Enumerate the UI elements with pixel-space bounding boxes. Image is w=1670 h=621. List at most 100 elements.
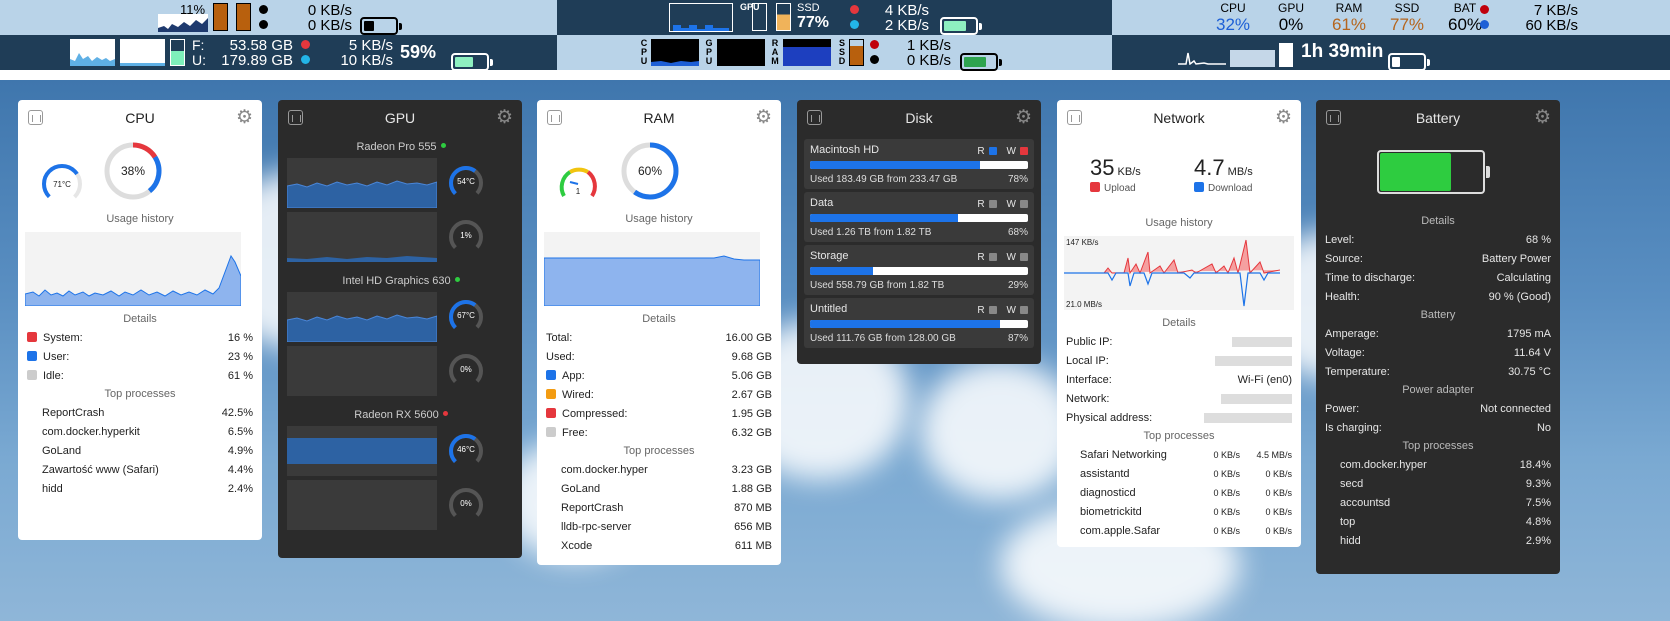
status-dot [440,143,446,148]
stats-group[interactable]: CPU 32% GPU 0% RAM 61% SSD 77% BAT 60% [1212,1,1486,35]
chart-icon[interactable] [1326,110,1341,125]
gear-icon[interactable]: ⚙ [1275,108,1292,127]
disk-percent: 87% [1007,333,1028,344]
ssd-bar[interactable] [849,39,864,66]
chart-icon[interactable] [1067,110,1082,125]
process-name: com.apple.Safar [1080,524,1161,537]
details-label: Details [123,313,157,325]
gpu-mini-chart[interactable] [717,39,765,66]
stat-ssd[interactable]: SSD 77% [1386,1,1428,35]
legend-swatch [27,331,37,342]
gpu-vlabel: GPU [705,38,713,66]
network-mini-chart[interactable] [1178,43,1226,65]
temperature-chart [287,426,437,476]
stat-bat[interactable]: BAT 60% [1444,1,1486,35]
disk-item[interactable]: Macintosh HD R W Used 183.49 GB from 233.47… [804,139,1034,189]
disk-bar[interactable] [170,39,185,66]
row-label-wrap: Local IP: [1066,355,1109,367]
cpu-mini-chart[interactable] [70,39,115,66]
history-label: Usage history [1145,217,1213,229]
chart-icon[interactable] [28,110,43,125]
down-dot [301,55,310,64]
gpu-temp: 54°C [457,177,475,186]
cpu-mini-chart[interactable] [158,14,208,32]
row-label-wrap: System: [27,331,83,344]
detail-row: Level: 68 % [1316,230,1560,249]
disk-item[interactable]: Data R W Used 1.26 TB from 1.82 TB 68% [804,192,1034,242]
menubar-row1-seg3: CPU 32% GPU 0% RAM 61% SSD 77% BAT 60% 7 KB/s 60 … [1112,0,1670,35]
row-label-wrap: Amperage: [1325,328,1379,340]
battery-icon[interactable] [451,52,493,71]
battery-section-label: Battery [1420,309,1456,321]
battery-percent: 59% [400,42,437,62]
detail-row: Interface: Wi-Fi (en0) [1057,370,1301,389]
row-value: 656 MB [734,520,772,533]
stat-ram[interactable]: RAM 61% [1328,1,1370,35]
gear-icon[interactable]: ⚙ [1015,108,1032,127]
disk-footer: Used 183.49 GB from 233.47 GB 78% [810,174,1028,185]
cpu-mini-chart[interactable] [651,39,699,66]
disk-item[interactable]: Storage R W Used 558.79 GB from 1.82 TB 29% [804,245,1034,295]
ram-bar-2[interactable] [236,3,251,31]
row-label-wrap: Zawartość www (Safari) [42,464,159,476]
row-label-wrap: Source: [1325,253,1363,265]
write-indicator [1020,200,1028,208]
detail-row: Network: [1057,389,1301,408]
disk-item[interactable]: Untitled R W Used 111.76 GB from 128.00 GB 8… [804,298,1034,348]
row-value: Battery Power [1481,252,1551,265]
chart-icon[interactable] [288,110,303,125]
stat-gpu[interactable]: GPU 0% [1270,1,1312,35]
adapter-label: Power adapter [1402,384,1474,396]
gear-icon[interactable]: ⚙ [496,108,513,127]
row-label-wrap: Idle: [27,369,64,382]
gpu-charts: 67°C 0% [287,292,515,400]
cpu-mini-bar[interactable] [1279,43,1293,67]
battery-icon[interactable] [940,16,982,35]
cpu-vlabel: CPU [640,38,648,66]
legend-swatch [546,369,556,380]
temperature-gauge: 67°C [447,298,485,336]
ssd-bar[interactable] [776,3,791,31]
gpu-name: Radeon RX 5600 [354,409,439,421]
row-label-wrap: ReportCrash [42,407,104,419]
disk-usage-bar [810,320,1028,328]
gear-icon[interactable]: ⚙ [236,108,253,127]
row-value: 870 MB [734,501,772,514]
stat-value: 0% [1278,15,1304,34]
process-name: diagnosticd [1080,486,1136,499]
row-value: 90 % (Good) [1488,290,1551,303]
battery-icon[interactable] [960,52,1002,71]
net-up: 0 KB/s [307,2,352,19]
detail-row: Compressed: 1.95 GB [537,404,781,423]
gpu-mini-chart[interactable] [669,3,733,32]
stat-value: 60% [1447,15,1483,34]
write-indicator [1020,147,1028,155]
gpu-bar[interactable] [752,3,767,31]
row-label-wrap: Temperature: [1325,366,1390,378]
gear-icon[interactable]: ⚙ [1534,108,1551,127]
detail-row: Temperature: 30.75 °C [1316,362,1560,381]
chart-icon[interactable] [807,110,822,125]
detail-row: Power: Not connected [1316,399,1560,418]
ram-mini-chart[interactable] [783,39,831,66]
ram-bar-1[interactable] [213,3,228,31]
stat-cpu[interactable]: CPU 32% [1212,1,1254,35]
read-write-indicators: RW [977,250,1028,264]
battery-icon[interactable] [1388,52,1430,71]
row-label: Temperature: [1325,365,1390,378]
row-label: hidd [1340,534,1361,547]
row-label-wrap: App: [546,369,585,382]
ram-mini-chart[interactable] [120,39,165,66]
gear-icon[interactable]: ⚙ [755,108,772,127]
process-row: com.apple.Safar 0 KB/s 0 KB/s [1057,521,1301,540]
disk-used: Used 111.76 GB from 128.00 GB [810,333,956,344]
gpu-name-row: Radeon Pro 555 [287,136,515,158]
top-processes-label: Top processes [104,388,176,400]
read-write-indicators: RW [977,303,1028,317]
temperature-chart [287,292,437,342]
row-label: GoLand [42,444,82,457]
chart-icon[interactable] [547,110,562,125]
stat-label: RAM [1335,1,1363,15]
battery-icon[interactable] [360,16,402,35]
ram-mini-bar[interactable] [1230,50,1275,67]
